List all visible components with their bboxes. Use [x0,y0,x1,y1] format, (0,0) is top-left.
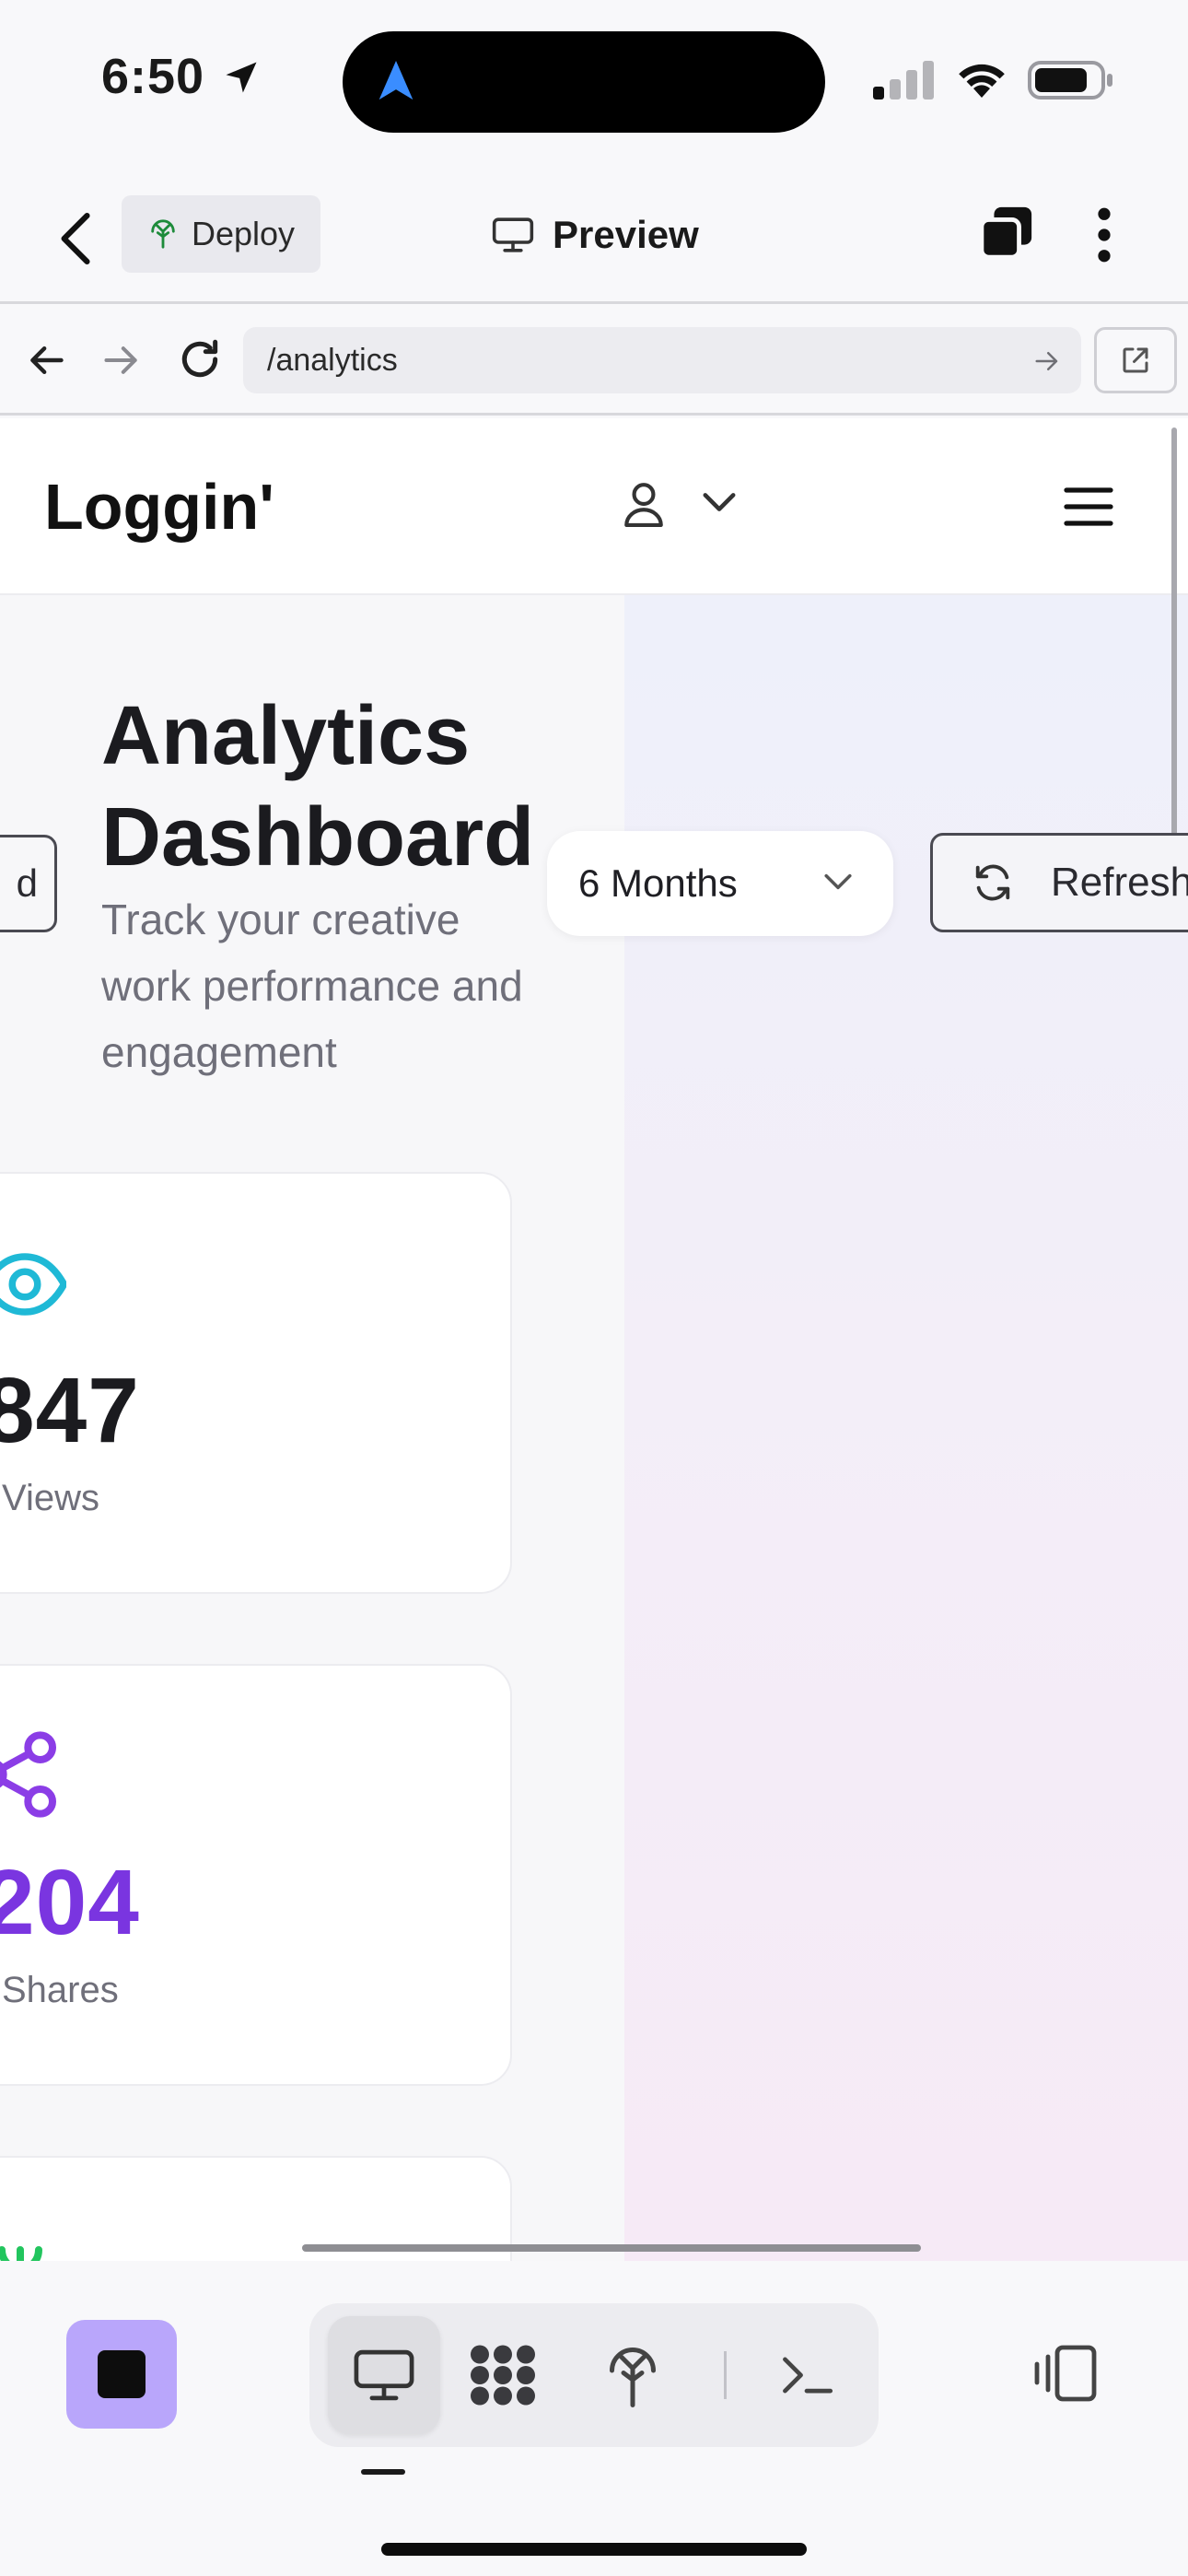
wifi-icon [959,64,1005,98]
external-link-icon [1123,347,1148,373]
browser-url-bar: /analytics [0,307,1188,416]
eye-icon [0,1253,66,1316]
deploy-tree-icon [151,219,175,249]
stop-button[interactable] [66,2320,177,2429]
stat-label: l Views [0,1478,99,1518]
bottom-toolbar [0,2261,1188,2576]
stat-label: l Shares [0,1970,119,2010]
open-external-button[interactable] [1094,327,1177,393]
deploy-button[interactable]: Deploy [122,195,320,273]
left-action-label: d [16,861,38,905]
active-tab-indicator [361,2469,405,2475]
scrollbar[interactable] [1171,427,1177,837]
app-header: Deploy Preview [0,175,1188,304]
period-select[interactable]: 6 Months [547,831,893,936]
segment-divider [724,2351,727,2399]
status-bar: 6:50 [0,0,1188,157]
tabs-icon[interactable] [978,203,1035,262]
refresh-icon [975,864,1010,901]
side-panel-icon[interactable] [1031,2344,1098,2403]
more-vertical-icon[interactable] [1090,206,1118,263]
arrow-right-icon[interactable] [101,340,142,381]
page-subtitle: Track your creative work performance and… [101,896,523,1076]
stop-icon [98,2350,146,2398]
webview: Loggin' Analytics Dashboard Track your c… [0,418,1188,2261]
hamburger-menu-icon[interactable] [1063,485,1114,529]
sprout-icon [0,2246,42,2261]
user-icon[interactable] [623,481,665,527]
desktop-icon [354,2349,414,2401]
chevron-down-icon [824,873,852,890]
preview-label: Preview [553,213,699,256]
deploy-label: Deploy [192,215,296,252]
home-indicator [381,2543,807,2556]
tab-desktop[interactable] [328,2316,440,2434]
monitor-icon [492,217,534,252]
status-time: 6:50 [101,49,205,104]
url-go-arrow-icon[interactable] [1033,347,1061,375]
share-icon [0,1731,56,1818]
stat-value: 847 [0,1359,140,1462]
webview-scroll-indicator [302,2244,921,2252]
view-switcher [309,2303,879,2447]
stat-card-shares: 204 l Shares [0,1664,512,2086]
refresh-label: Refresh [1051,860,1188,905]
period-select-value: 6 Months [578,861,738,905]
apps-icon [471,2345,535,2406]
tab-apps[interactable] [457,2316,549,2434]
url-input[interactable]: /analytics [243,327,1081,393]
left-action-button[interactable]: d [0,835,57,932]
stat-card-views: 847 l Views [0,1172,512,1594]
tab-deploy[interactable] [591,2316,674,2434]
url-text: /analytics [267,342,398,378]
stat-value: 204 [0,1851,140,1954]
cellular-signal-icon [873,61,934,100]
reload-icon[interactable] [177,336,223,382]
back-chevron-icon[interactable] [55,210,98,267]
tab-terminal[interactable] [761,2316,853,2434]
refresh-button[interactable]: Refresh [930,833,1188,932]
deploy-icon [610,2348,656,2407]
chevron-down-icon[interactable] [702,490,737,514]
preview-title[interactable]: Preview [492,203,699,267]
navigation-arrow-icon [379,61,413,100]
arrow-left-icon[interactable] [26,340,66,381]
location-arrow-icon [226,62,257,93]
battery-icon [1028,61,1112,100]
site-header: Loggin' [0,418,1188,595]
page-title: Analytics Dashboard [101,690,535,884]
terminal-icon [783,2357,833,2394]
site-logo[interactable]: Loggin' [44,470,274,544]
